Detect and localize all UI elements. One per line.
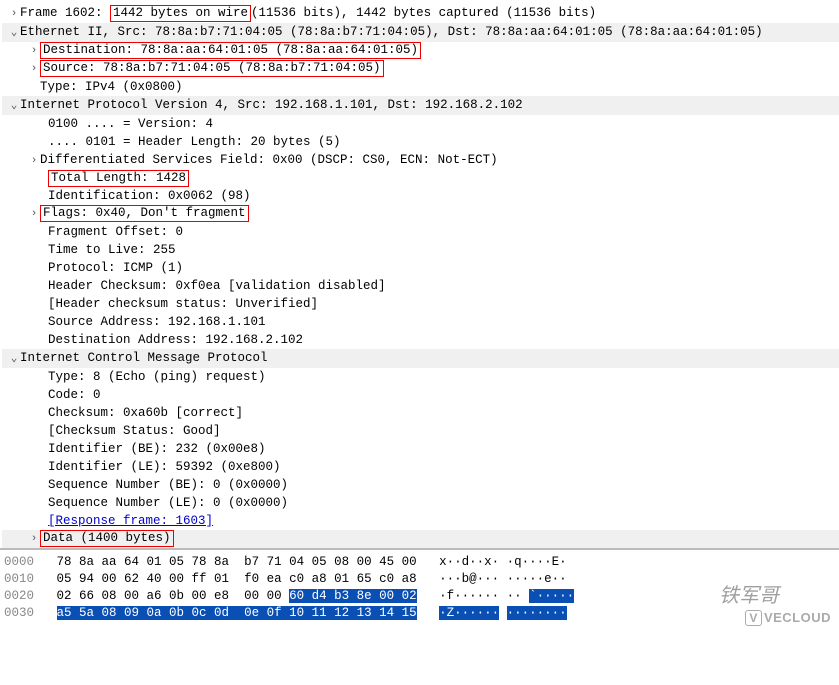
eth-header-row[interactable]: ⌄ Ethernet II, Src: 78:8a:b7:71:04:05 (7… bbox=[2, 23, 839, 42]
icmp-idbe-row[interactable]: Identifier (BE): 232 (0x00e8) bbox=[2, 440, 839, 458]
ip-hchk-row[interactable]: Header Checksum: 0xf0ea [validation disa… bbox=[2, 277, 839, 295]
hex-row-1[interactable]: 0010 05 94 00 62 40 00 ff 01 f0 ea c0 a8… bbox=[4, 571, 835, 588]
ip-totlen: Total Length: 1428 bbox=[48, 170, 189, 187]
hex-row-3[interactable]: 0030 a5 5a 08 09 0a 0b 0c 0d 0e 0f 10 11… bbox=[4, 605, 835, 622]
frame-pre: Frame 1602: bbox=[20, 6, 110, 20]
ip-flags-row[interactable]: › Flags: 0x40, Don't fragment bbox=[2, 205, 839, 223]
ip-flags: Flags: 0x40, Don't fragment bbox=[40, 205, 249, 222]
eth-type: Type: IPv4 (0x0800) bbox=[40, 78, 183, 96]
ip-header: Internet Protocol Version 4, Src: 192.16… bbox=[20, 96, 523, 114]
icmp-resp-row[interactable]: [Response frame: 1603] bbox=[2, 512, 839, 530]
ip-dsf-row[interactable]: › Differentiated Services Field: 0x00 (D… bbox=[2, 151, 839, 170]
chevron-right-icon[interactable]: › bbox=[28, 530, 40, 548]
icmp-seqbe-row[interactable]: Sequence Number (BE): 0 (0x0000) bbox=[2, 476, 839, 494]
chevron-down-icon[interactable]: ⌄ bbox=[8, 97, 20, 115]
ip-foff-row[interactable]: Fragment Offset: 0 bbox=[2, 223, 839, 241]
packet-tree[interactable]: › Frame 1602: 1442 bytes on wire (11536 … bbox=[0, 0, 839, 548]
ip-hchkst-row[interactable]: [Header checksum status: Unverified] bbox=[2, 295, 839, 313]
chevron-right-icon[interactable]: › bbox=[8, 5, 20, 23]
hex-row-0[interactable]: 0000 78 8a aa 64 01 05 78 8a b7 71 04 05… bbox=[4, 554, 835, 571]
chevron-right-icon[interactable]: › bbox=[28, 42, 40, 60]
chevron-right-icon[interactable]: › bbox=[28, 152, 40, 170]
chevron-right-icon[interactable]: › bbox=[28, 60, 40, 78]
ip-header-row[interactable]: ⌄ Internet Protocol Version 4, Src: 192.… bbox=[2, 96, 839, 115]
eth-dst-row[interactable]: › Destination: 78:8a:aa:64:01:05 (78:8a:… bbox=[2, 42, 839, 60]
icmp-chkst-row[interactable]: [Checksum Status: Good] bbox=[2, 422, 839, 440]
frame-post: (11536 bits), 1442 bytes captured (11536… bbox=[251, 6, 596, 20]
icmp-data-row[interactable]: › Data (1400 bytes) bbox=[2, 530, 839, 548]
icmp-type-row[interactable]: Type: 8 (Echo (ping) request) bbox=[2, 368, 839, 386]
frame-row[interactable]: › Frame 1602: 1442 bytes on wire (11536 … bbox=[2, 4, 839, 23]
eth-dst: Destination: 78:8a:aa:64:01:05 (78:8a:aa… bbox=[40, 42, 421, 59]
ip-hlen-row[interactable]: .... 0101 = Header Length: 20 bytes (5) bbox=[2, 133, 839, 151]
icmp-header-row[interactable]: ⌄ Internet Control Message Protocol bbox=[2, 349, 839, 368]
eth-header: Ethernet II, Src: 78:8a:b7:71:04:05 (78:… bbox=[20, 23, 763, 41]
icmp-data: Data (1400 bytes) bbox=[40, 530, 174, 547]
eth-src-row[interactable]: › Source: 78:8a:b7:71:04:05 (78:8a:b7:71… bbox=[2, 60, 839, 78]
icmp-code-row[interactable]: Code: 0 bbox=[2, 386, 839, 404]
ip-id-row[interactable]: Identification: 0x0062 (98) bbox=[2, 187, 839, 205]
ip-version-row[interactable]: 0100 .... = Version: 4 bbox=[2, 115, 839, 133]
chevron-down-icon[interactable]: ⌄ bbox=[8, 24, 20, 42]
icmp-chk-row[interactable]: Checksum: 0xa60b [correct] bbox=[2, 404, 839, 422]
eth-src: Source: 78:8a:b7:71:04:05 (78:8a:b7:71:0… bbox=[40, 60, 384, 77]
watermark-logo: VVECLOUD bbox=[745, 610, 831, 626]
ip-totlen-row[interactable]: Total Length: 1428 bbox=[2, 170, 839, 187]
frame-bytes-highlight: 1442 bytes on wire bbox=[110, 5, 251, 22]
chevron-right-icon[interactable]: › bbox=[28, 205, 40, 223]
ip-daddr-row[interactable]: Destination Address: 192.168.2.102 bbox=[2, 331, 839, 349]
chevron-down-icon[interactable]: ⌄ bbox=[8, 350, 20, 368]
hex-pane[interactable]: 0000 78 8a aa 64 01 05 78 8a b7 71 04 05… bbox=[0, 548, 839, 630]
eth-type-row[interactable]: Type: IPv4 (0x0800) bbox=[2, 78, 839, 96]
ip-ttl-row[interactable]: Time to Live: 255 bbox=[2, 241, 839, 259]
icmp-seqle-row[interactable]: Sequence Number (LE): 0 (0x0000) bbox=[2, 494, 839, 512]
icmp-idle-row[interactable]: Identifier (LE): 59392 (0xe800) bbox=[2, 458, 839, 476]
icmp-header: Internet Control Message Protocol bbox=[20, 349, 268, 367]
ip-saddr-row[interactable]: Source Address: 192.168.1.101 bbox=[2, 313, 839, 331]
ip-proto-row[interactable]: Protocol: ICMP (1) bbox=[2, 259, 839, 277]
watermark-text: 铁军哥 bbox=[719, 579, 779, 608]
hex-row-2[interactable]: 0020 02 66 08 00 a6 0b 00 e8 00 00 60 d4… bbox=[4, 588, 835, 605]
